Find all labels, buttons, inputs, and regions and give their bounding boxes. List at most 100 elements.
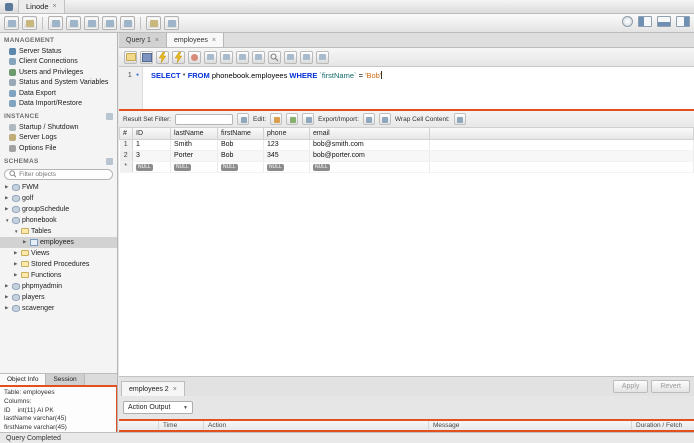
grid-cell[interactable]: 123 xyxy=(263,139,310,151)
tab-session[interactable]: Session xyxy=(46,374,85,385)
create-procedure-icon[interactable] xyxy=(102,16,117,30)
grid-cell[interactable]: NULL xyxy=(217,161,264,173)
create-function-icon[interactable] xyxy=(120,16,135,30)
import-records-icon[interactable] xyxy=(378,113,391,125)
grid-cell[interactable]: bob@porter.com xyxy=(309,150,430,162)
sidebar-item-client-connections[interactable]: Client Connections xyxy=(0,57,117,68)
search-data-icon[interactable] xyxy=(164,16,179,30)
chevron-right-icon[interactable]: ▶ xyxy=(5,184,10,190)
rollback-icon[interactable] xyxy=(236,50,249,64)
sidebar-item-server-logs[interactable]: Server Logs xyxy=(0,133,117,144)
schema-filter-input[interactable] xyxy=(19,170,108,178)
grid-cell[interactable]: Bob xyxy=(217,150,264,162)
grid-cell[interactable]: Porter xyxy=(170,150,218,162)
grid-cell[interactable]: bob@smith.com xyxy=(309,139,430,151)
toggle-right-panel-icon[interactable] xyxy=(676,16,690,27)
find-icon[interactable] xyxy=(268,50,281,64)
inspector-icon[interactable] xyxy=(146,16,161,30)
create-table-icon[interactable] xyxy=(66,16,81,30)
execute-icon[interactable] xyxy=(156,50,169,64)
row-number-cell[interactable]: 1 xyxy=(119,139,133,151)
grid-cell[interactable]: 345 xyxy=(263,150,310,162)
sidebar-item-server-status[interactable]: Server Status xyxy=(0,46,117,57)
sidebar-item-options-file[interactable]: Options File xyxy=(0,143,117,154)
schema-node-phonebook[interactable]: ▼ phonebook xyxy=(0,215,117,226)
close-icon[interactable]: × xyxy=(173,386,177,393)
beautify-icon[interactable] xyxy=(300,50,313,64)
toggle-stop-on-error-icon[interactable] xyxy=(204,50,217,64)
column-header-id[interactable]: ID xyxy=(132,128,171,140)
grid-cell[interactable]: 3 xyxy=(132,150,171,162)
output-column-action[interactable]: Action xyxy=(204,421,429,430)
chevron-right-icon[interactable]: ▶ xyxy=(5,294,10,300)
close-icon[interactable]: × xyxy=(155,37,159,44)
schemas-refresh-icon[interactable] xyxy=(106,157,113,165)
schema-node-groupschedule[interactable]: ▶ groupSchedule xyxy=(0,204,117,215)
export-recordset-icon[interactable] xyxy=(362,113,375,125)
tab-employees[interactable]: employees × xyxy=(167,33,224,47)
column-header-phone[interactable]: phone xyxy=(263,128,310,140)
chevron-right-icon[interactable]: ▶ xyxy=(5,283,10,289)
column-header-email[interactable]: email xyxy=(309,128,430,140)
refresh-icon[interactable] xyxy=(237,113,250,125)
tree-node-tables[interactable]: ▼ Tables xyxy=(0,226,117,237)
open-sql-script-icon[interactable] xyxy=(22,16,37,30)
grid-cell[interactable]: 1 xyxy=(132,139,171,151)
chevron-right-icon[interactable]: ▶ xyxy=(5,195,10,201)
column-header-rownum[interactable]: # xyxy=(119,128,133,140)
connection-tab-linode[interactable]: Linode × xyxy=(18,0,65,13)
grid-cell[interactable]: Smith xyxy=(170,139,218,151)
schema-node-golf[interactable]: ▶ golf xyxy=(0,193,117,204)
chevron-right-icon[interactable]: ▶ xyxy=(5,206,10,212)
delete-row-icon[interactable] xyxy=(302,113,315,125)
column-header-lastname[interactable]: lastName xyxy=(170,128,218,140)
chevron-right-icon[interactable]: ▶ xyxy=(14,261,19,267)
execute-current-statement-icon[interactable] xyxy=(172,50,185,64)
tab-query-1[interactable]: Query 1 × xyxy=(119,33,167,47)
autocommit-icon[interactable] xyxy=(252,50,265,64)
edit-cell-icon[interactable] xyxy=(270,113,283,125)
output-type-select[interactable]: Action Output ▼ xyxy=(123,401,193,414)
schema-node-phpmyadmin[interactable]: ▶ phpmyadmin xyxy=(0,281,117,292)
sql-code-line[interactable]: SELECT * FROM phonebook.employees WHERE … xyxy=(143,67,383,109)
save-icon[interactable] xyxy=(140,50,153,64)
sidebar-item-users-privileges[interactable]: Users and Privileges xyxy=(0,67,117,78)
tree-node-stored-procedures[interactable]: ▶ Stored Procedures xyxy=(0,259,117,270)
chevron-right-icon[interactable]: ▶ xyxy=(23,239,28,245)
output-column-message[interactable]: Message xyxy=(429,421,632,430)
row-number-cell[interactable]: * xyxy=(119,161,133,173)
stop-icon[interactable] xyxy=(188,50,201,64)
open-file-icon[interactable] xyxy=(124,50,137,64)
toggle-left-panel-icon[interactable] xyxy=(638,16,652,27)
tree-node-functions[interactable]: ▶ Functions xyxy=(0,270,117,281)
commit-icon[interactable] xyxy=(220,50,233,64)
schema-node-scavenger[interactable]: ▶ scavenger xyxy=(0,303,117,314)
close-icon[interactable]: × xyxy=(212,37,216,44)
wrap-text-icon[interactable] xyxy=(316,50,329,64)
create-view-icon[interactable] xyxy=(84,16,99,30)
chevron-right-icon[interactable]: ▶ xyxy=(5,305,10,311)
sidebar-item-startup-shutdown[interactable]: Startup / Shutdown xyxy=(0,122,117,133)
revert-button[interactable]: Revert xyxy=(651,380,690,393)
output-column-duration[interactable]: Duration / Fetch xyxy=(632,421,694,430)
sidebar-item-data-export[interactable]: Data Export xyxy=(0,88,117,99)
grid-cell[interactable]: NULL xyxy=(132,161,171,173)
sql-editor[interactable]: 1 ● SELECT * FROM phonebook.employees WH… xyxy=(119,67,694,109)
tree-node-views[interactable]: ▶ Views xyxy=(0,248,117,259)
row-number-cell[interactable]: 2 xyxy=(119,150,133,162)
chevron-right-icon[interactable]: ▶ xyxy=(14,250,19,256)
column-header-firstname[interactable]: firstName xyxy=(217,128,264,140)
apply-button[interactable]: Apply xyxy=(612,380,649,393)
create-schema-icon[interactable] xyxy=(48,16,63,30)
invisible-characters-icon[interactable] xyxy=(284,50,297,64)
new-query-tab-icon[interactable] xyxy=(4,16,19,30)
chevron-right-icon[interactable]: ▶ xyxy=(14,272,19,278)
sidebar-item-status-variables[interactable]: Status and System Variables xyxy=(0,78,117,89)
chevron-down-icon[interactable]: ▼ xyxy=(5,218,10,223)
wrap-cell-content-icon[interactable] xyxy=(453,113,466,125)
result-filter-input[interactable] xyxy=(175,113,234,125)
clock-icon[interactable] xyxy=(622,16,633,27)
insert-row-icon[interactable] xyxy=(286,113,299,125)
schema-node-fwm[interactable]: ▶ FWM xyxy=(0,182,117,193)
schema-node-players[interactable]: ▶ players xyxy=(0,292,117,303)
